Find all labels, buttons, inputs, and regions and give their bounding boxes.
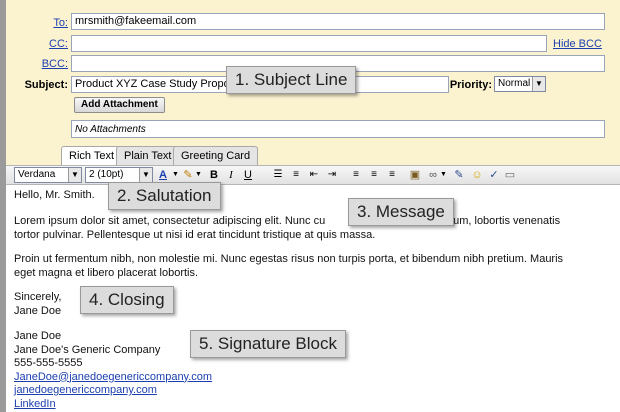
italic-button[interactable]: I <box>225 168 237 182</box>
outdent-icon[interactable]: ⇤ <box>307 168 321 182</box>
indent-icon[interactable]: ⇥ <box>325 168 339 182</box>
bold-button[interactable]: B <box>208 168 220 182</box>
size-select[interactable]: 2 (10pt) ▼ <box>85 167 153 183</box>
message-paragraph-1: Lorem ipsum dolor sit amet, consectetur … <box>14 214 604 242</box>
callout-salutation: 2. Salutation <box>108 182 221 210</box>
tab-greeting-card[interactable]: Greeting Card <box>173 146 259 165</box>
callout-subject-line: 1. Subject Line <box>226 66 357 94</box>
chevron-down-icon[interactable]: ▼ <box>195 168 202 182</box>
document-icon[interactable]: ▭ <box>503 168 517 182</box>
signature-email-link[interactable]: JaneDoe@janedoegenericcompany.com <box>14 371 604 385</box>
font-value: Verdana <box>18 169 56 180</box>
smiley-icon[interactable]: ☺ <box>470 168 484 182</box>
align-center-icon[interactable]: ≡ <box>367 168 381 182</box>
signature-linkedin-link[interactable]: LinkedIn <box>14 398 604 412</box>
callout-message: 3. Message <box>348 198 454 226</box>
link-icon[interactable]: ∞ <box>426 168 440 182</box>
size-value: 2 (10pt) <box>89 169 124 180</box>
cc-label[interactable]: CC: <box>40 38 68 50</box>
priority-select[interactable]: Normal ▼ <box>494 76 546 92</box>
paste-icon[interactable]: ▣ <box>408 168 422 182</box>
chevron-down-icon: ▼ <box>532 77 545 91</box>
chevron-down-icon[interactable]: ▼ <box>172 168 179 182</box>
attachments-list: No Attachments <box>71 120 605 138</box>
para2-line1: Proin ut fermentum nibh, non molestie mi… <box>14 253 564 265</box>
bcc-label[interactable]: BCC: <box>34 58 68 70</box>
chevron-down-icon[interactable]: ▼ <box>440 168 447 182</box>
hide-bcc-link[interactable]: Hide BCC <box>553 38 602 50</box>
font-select[interactable]: Verdana ▼ <box>14 167 82 183</box>
message-paragraph-2: Proin ut fermentum nibh, non molestie mi… <box>14 252 604 280</box>
para1-line2: tortor pulvinar. Pellentesque ut nisi id… <box>14 229 376 241</box>
para1-start: Lorem ipsum dolor sit amet, consectetur … <box>14 215 326 227</box>
bullet-list-icon[interactable]: ≡ <box>289 168 303 182</box>
callout-closing: 4. Closing <box>80 286 174 314</box>
para2-line2: eget magna et libero placerat lobortis. <box>14 267 199 279</box>
tab-rich-text[interactable]: Rich Text <box>61 146 123 166</box>
signature-website-link[interactable]: janedoegenericcompany.com <box>14 384 604 398</box>
to-label[interactable]: To: <box>40 17 68 29</box>
numbered-list-icon[interactable]: ☰ <box>271 168 285 182</box>
priority-label: Priority: <box>449 79 492 91</box>
tab-plain-text[interactable]: Plain Text <box>116 146 180 165</box>
cc-field[interactable] <box>71 35 547 52</box>
add-attachment-button[interactable]: Add Attachment <box>74 97 165 113</box>
align-right-icon[interactable]: ≡ <box>385 168 399 182</box>
font-color-icon[interactable]: A <box>156 168 170 182</box>
chevron-down-icon: ▼ <box>68 168 81 182</box>
greeting-text: Hello, Mr. Smith. <box>14 189 95 201</box>
spellcheck-icon[interactable]: ✓ <box>487 168 501 182</box>
formatting-toolbar: Verdana ▼ 2 (10pt) ▼ A ▼ ✎ ▼ B I U ☰ ≡ ⇤… <box>6 165 620 185</box>
subject-label: Subject: <box>24 79 68 91</box>
edit-icon[interactable]: ✎ <box>452 168 466 182</box>
underline-button[interactable]: U <box>242 168 254 182</box>
signature-phone: 555-555-5555 <box>14 357 83 369</box>
highlight-icon[interactable]: ✎ <box>181 168 195 182</box>
align-left-icon[interactable]: ≡ <box>349 168 363 182</box>
callout-signature-block: 5. Signature Block <box>190 330 346 358</box>
to-field[interactable]: mrsmith@fakeemail.com <box>71 13 605 30</box>
para1-end: erdum, lobortis venenatis <box>437 215 561 227</box>
chevron-down-icon: ▼ <box>139 168 152 182</box>
priority-value: Normal <box>498 78 531 89</box>
